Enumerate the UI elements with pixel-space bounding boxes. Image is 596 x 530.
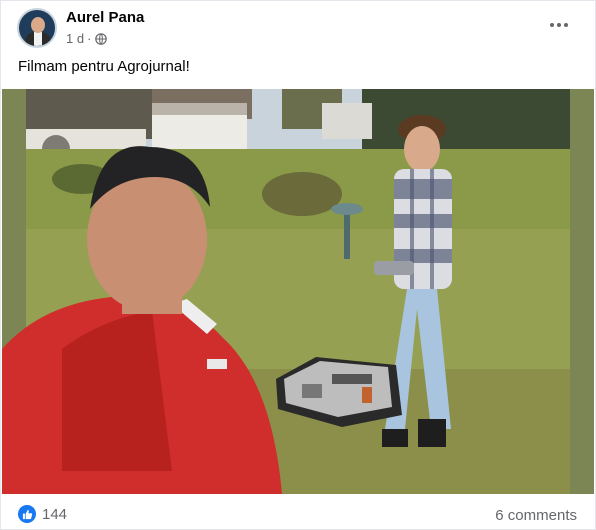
author-avatar[interactable] — [17, 8, 57, 48]
post-time[interactable]: 1 d — [66, 31, 84, 46]
like-icon — [18, 505, 36, 523]
post-header: Aurel Pana 1 d · — [1, 1, 595, 57]
post-meta: 1 d · — [66, 31, 108, 46]
more-options-button[interactable] — [545, 15, 573, 35]
more-horizontal-icon — [550, 23, 568, 27]
author-name[interactable]: Aurel Pana — [66, 9, 144, 26]
post-photo[interactable] — [2, 89, 594, 494]
post-text: Filmam pentru Agrojurnal! — [18, 58, 190, 75]
reactions-summary[interactable]: 144 — [18, 505, 67, 523]
meta-separator: · — [87, 31, 92, 46]
post-card: Aurel Pana 1 d · Filmam pentru Agrojurna… — [0, 0, 596, 530]
photo-image — [2, 89, 594, 494]
globe-icon — [95, 32, 108, 45]
comments-count-link[interactable]: 6 comments — [495, 507, 577, 524]
reaction-count: 144 — [42, 505, 68, 523]
post-footer: 144 6 comments — [1, 497, 595, 530]
